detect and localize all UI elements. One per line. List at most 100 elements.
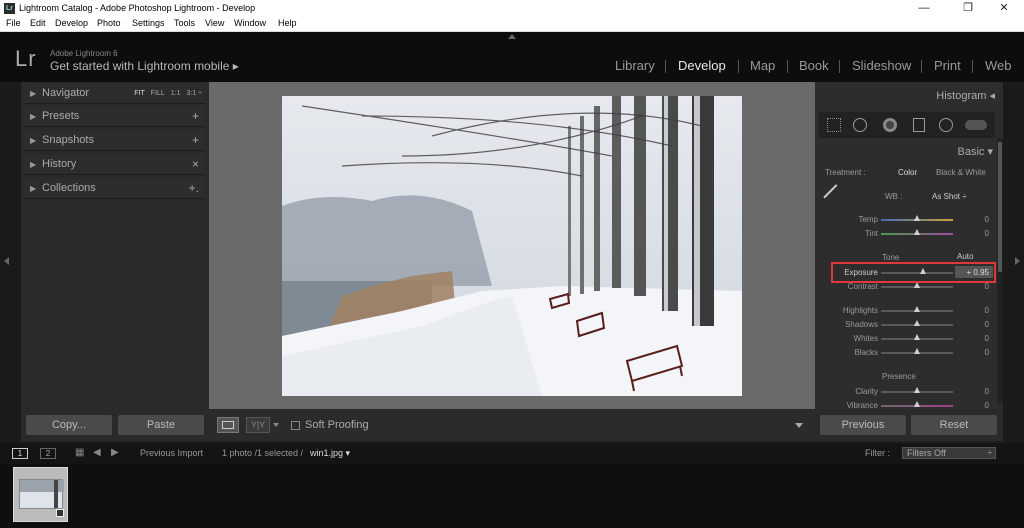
module-book[interactable]: Book: [799, 58, 829, 73]
develop-badge-icon: [56, 509, 64, 517]
filter-select[interactable]: Filters Off ÷: [902, 447, 996, 459]
menu-window[interactable]: Window: [234, 18, 266, 28]
develop-toolbar: Y|Y Soft Proofing: [209, 409, 815, 441]
filmstrip-thumbnail[interactable]: [13, 467, 68, 522]
zoom-fill[interactable]: FILL: [151, 90, 165, 97]
zoom-fit[interactable]: FIT: [134, 90, 145, 97]
maximize-icon[interactable]: ❐: [948, 0, 988, 17]
blacks-slider-thumb[interactable]: [914, 348, 920, 354]
thumbnail-image: [19, 479, 64, 509]
before-after-icon[interactable]: Y|Y: [246, 417, 270, 433]
history-panel-header[interactable]: ▶ History ×: [25, 155, 205, 175]
filename-dropdown[interactable]: win1.jpg ▾: [310, 448, 350, 459]
identity-plate-bar: Lr Adobe Lightroom 6 Get started with Li…: [0, 32, 1024, 82]
paste-button[interactable]: Paste: [118, 415, 204, 435]
shadows-slider-thumb[interactable]: [914, 320, 920, 326]
clarity-slider-thumb[interactable]: [914, 387, 920, 393]
spot-removal-icon[interactable]: [853, 118, 867, 132]
highlights-slider-thumb[interactable]: [914, 306, 920, 312]
zoom-1-1[interactable]: 1:1: [171, 90, 181, 97]
before-after-dropdown-icon[interactable]: [273, 423, 279, 427]
forward-arrow-icon[interactable]: ▶: [111, 447, 119, 458]
module-print[interactable]: Print: [934, 58, 961, 73]
collapse-left-icon[interactable]: [4, 257, 9, 265]
navigator-label: Navigator: [42, 87, 90, 99]
close-icon[interactable]: ✕: [984, 0, 1024, 17]
highlights-value: 0: [984, 306, 989, 315]
basic-header[interactable]: Basic ▾: [958, 145, 993, 158]
soft-proofing-checkbox[interactable]: [291, 421, 300, 430]
add-collection-icon[interactable]: +.: [189, 181, 199, 195]
menu-view[interactable]: View: [205, 18, 224, 28]
clarity-label: Clarity: [855, 387, 878, 396]
copy-button[interactable]: Copy...: [26, 415, 112, 435]
crop-overlay-icon[interactable]: [827, 118, 841, 132]
tone-auto-button[interactable]: Auto: [957, 252, 973, 261]
left-gutter: [0, 82, 21, 443]
adjustment-brush-icon[interactable]: [965, 120, 987, 130]
treatment-bw[interactable]: Black & White: [936, 168, 986, 177]
filter-value: Filters Off: [907, 448, 946, 458]
histogram-header[interactable]: Histogram ◂: [936, 89, 995, 102]
left-panel-footer: Copy... Paste: [21, 409, 209, 441]
loupe-view-icon[interactable]: [217, 417, 239, 433]
menu-help[interactable]: Help: [278, 18, 297, 28]
treatment-color[interactable]: Color: [898, 168, 917, 177]
temp-slider-thumb[interactable]: [914, 215, 920, 221]
grid-view-icon[interactable]: ▦: [75, 447, 84, 458]
module-map[interactable]: Map: [750, 58, 775, 73]
menu-tools[interactable]: Tools: [174, 18, 195, 28]
eyedropper-icon[interactable]: [823, 184, 849, 210]
module-library[interactable]: Library: [615, 58, 655, 73]
menu-file[interactable]: File: [6, 18, 21, 28]
snapshots-panel-header[interactable]: ▶ Snapshots +: [25, 131, 205, 151]
presets-panel-header[interactable]: ▶ Presets +: [25, 107, 205, 127]
reset-button[interactable]: Reset: [911, 415, 997, 435]
collapse-top-icon[interactable]: [508, 34, 516, 39]
navigator-panel-header[interactable]: ▶ Navigator FIT FILL 1:1 3:1 ÷: [25, 84, 205, 104]
tint-slider-thumb[interactable]: [914, 229, 920, 235]
module-slideshow[interactable]: Slideshow: [852, 58, 911, 73]
menu-edit[interactable]: Edit: [30, 18, 46, 28]
menu-settings[interactable]: Settings: [132, 18, 165, 28]
screen-1-button[interactable]: 1: [12, 448, 28, 459]
whites-slider-thumb[interactable]: [914, 334, 920, 340]
temp-value: 0: [984, 215, 989, 224]
history-label: History: [42, 158, 77, 170]
previous-button[interactable]: Previous: [820, 415, 906, 435]
module-develop[interactable]: Develop: [678, 58, 726, 73]
back-arrow-icon[interactable]: ◀: [93, 447, 101, 458]
soft-proofing-label: Soft Proofing: [305, 419, 369, 431]
add-snapshot-icon[interactable]: +: [192, 133, 199, 147]
mobile-prompt[interactable]: Get started with Lightroom mobile ▸: [50, 59, 239, 73]
blacks-label: Blacks: [854, 348, 878, 357]
filter-label: Filter :: [865, 448, 891, 458]
zoom-ratio[interactable]: 3:1 ÷: [186, 90, 202, 97]
add-preset-icon[interactable]: +: [192, 109, 199, 123]
product-name: Adobe Lightroom 6: [50, 49, 118, 58]
module-separator: [972, 60, 973, 73]
menu-photo[interactable]: Photo: [97, 18, 121, 28]
source-label[interactable]: Previous Import: [140, 448, 203, 458]
minimize-icon[interactable]: —: [904, 0, 944, 17]
vibrance-slider-thumb[interactable]: [914, 401, 920, 407]
right-panel-footer: Previous Reset: [815, 409, 1003, 441]
toolbar-menu-icon[interactable]: [795, 423, 803, 428]
wb-dropdown[interactable]: As Shot ÷: [932, 192, 967, 201]
shadows-label: Shadows: [845, 320, 878, 329]
red-eye-icon[interactable]: [883, 118, 897, 132]
clear-history-icon[interactable]: ×: [192, 157, 199, 171]
collapse-right-icon[interactable]: [1015, 257, 1020, 265]
collections-panel-header[interactable]: ▶ Collections +.: [25, 179, 205, 199]
module-web[interactable]: Web: [985, 58, 1012, 73]
clarity-value: 0: [984, 387, 989, 396]
radial-filter-icon[interactable]: [939, 118, 953, 132]
tool-strip: [819, 112, 995, 138]
screen-2-button[interactable]: 2: [40, 448, 56, 459]
graduated-filter-icon[interactable]: [913, 118, 925, 132]
highlights-label: Highlights: [842, 306, 878, 315]
navigator-zoom-options: FIT FILL 1:1 3:1 ÷: [128, 90, 202, 97]
menu-develop[interactable]: Develop: [55, 18, 88, 28]
panel-scrollbar[interactable]: [997, 138, 1003, 404]
photo-preview[interactable]: [282, 96, 742, 396]
